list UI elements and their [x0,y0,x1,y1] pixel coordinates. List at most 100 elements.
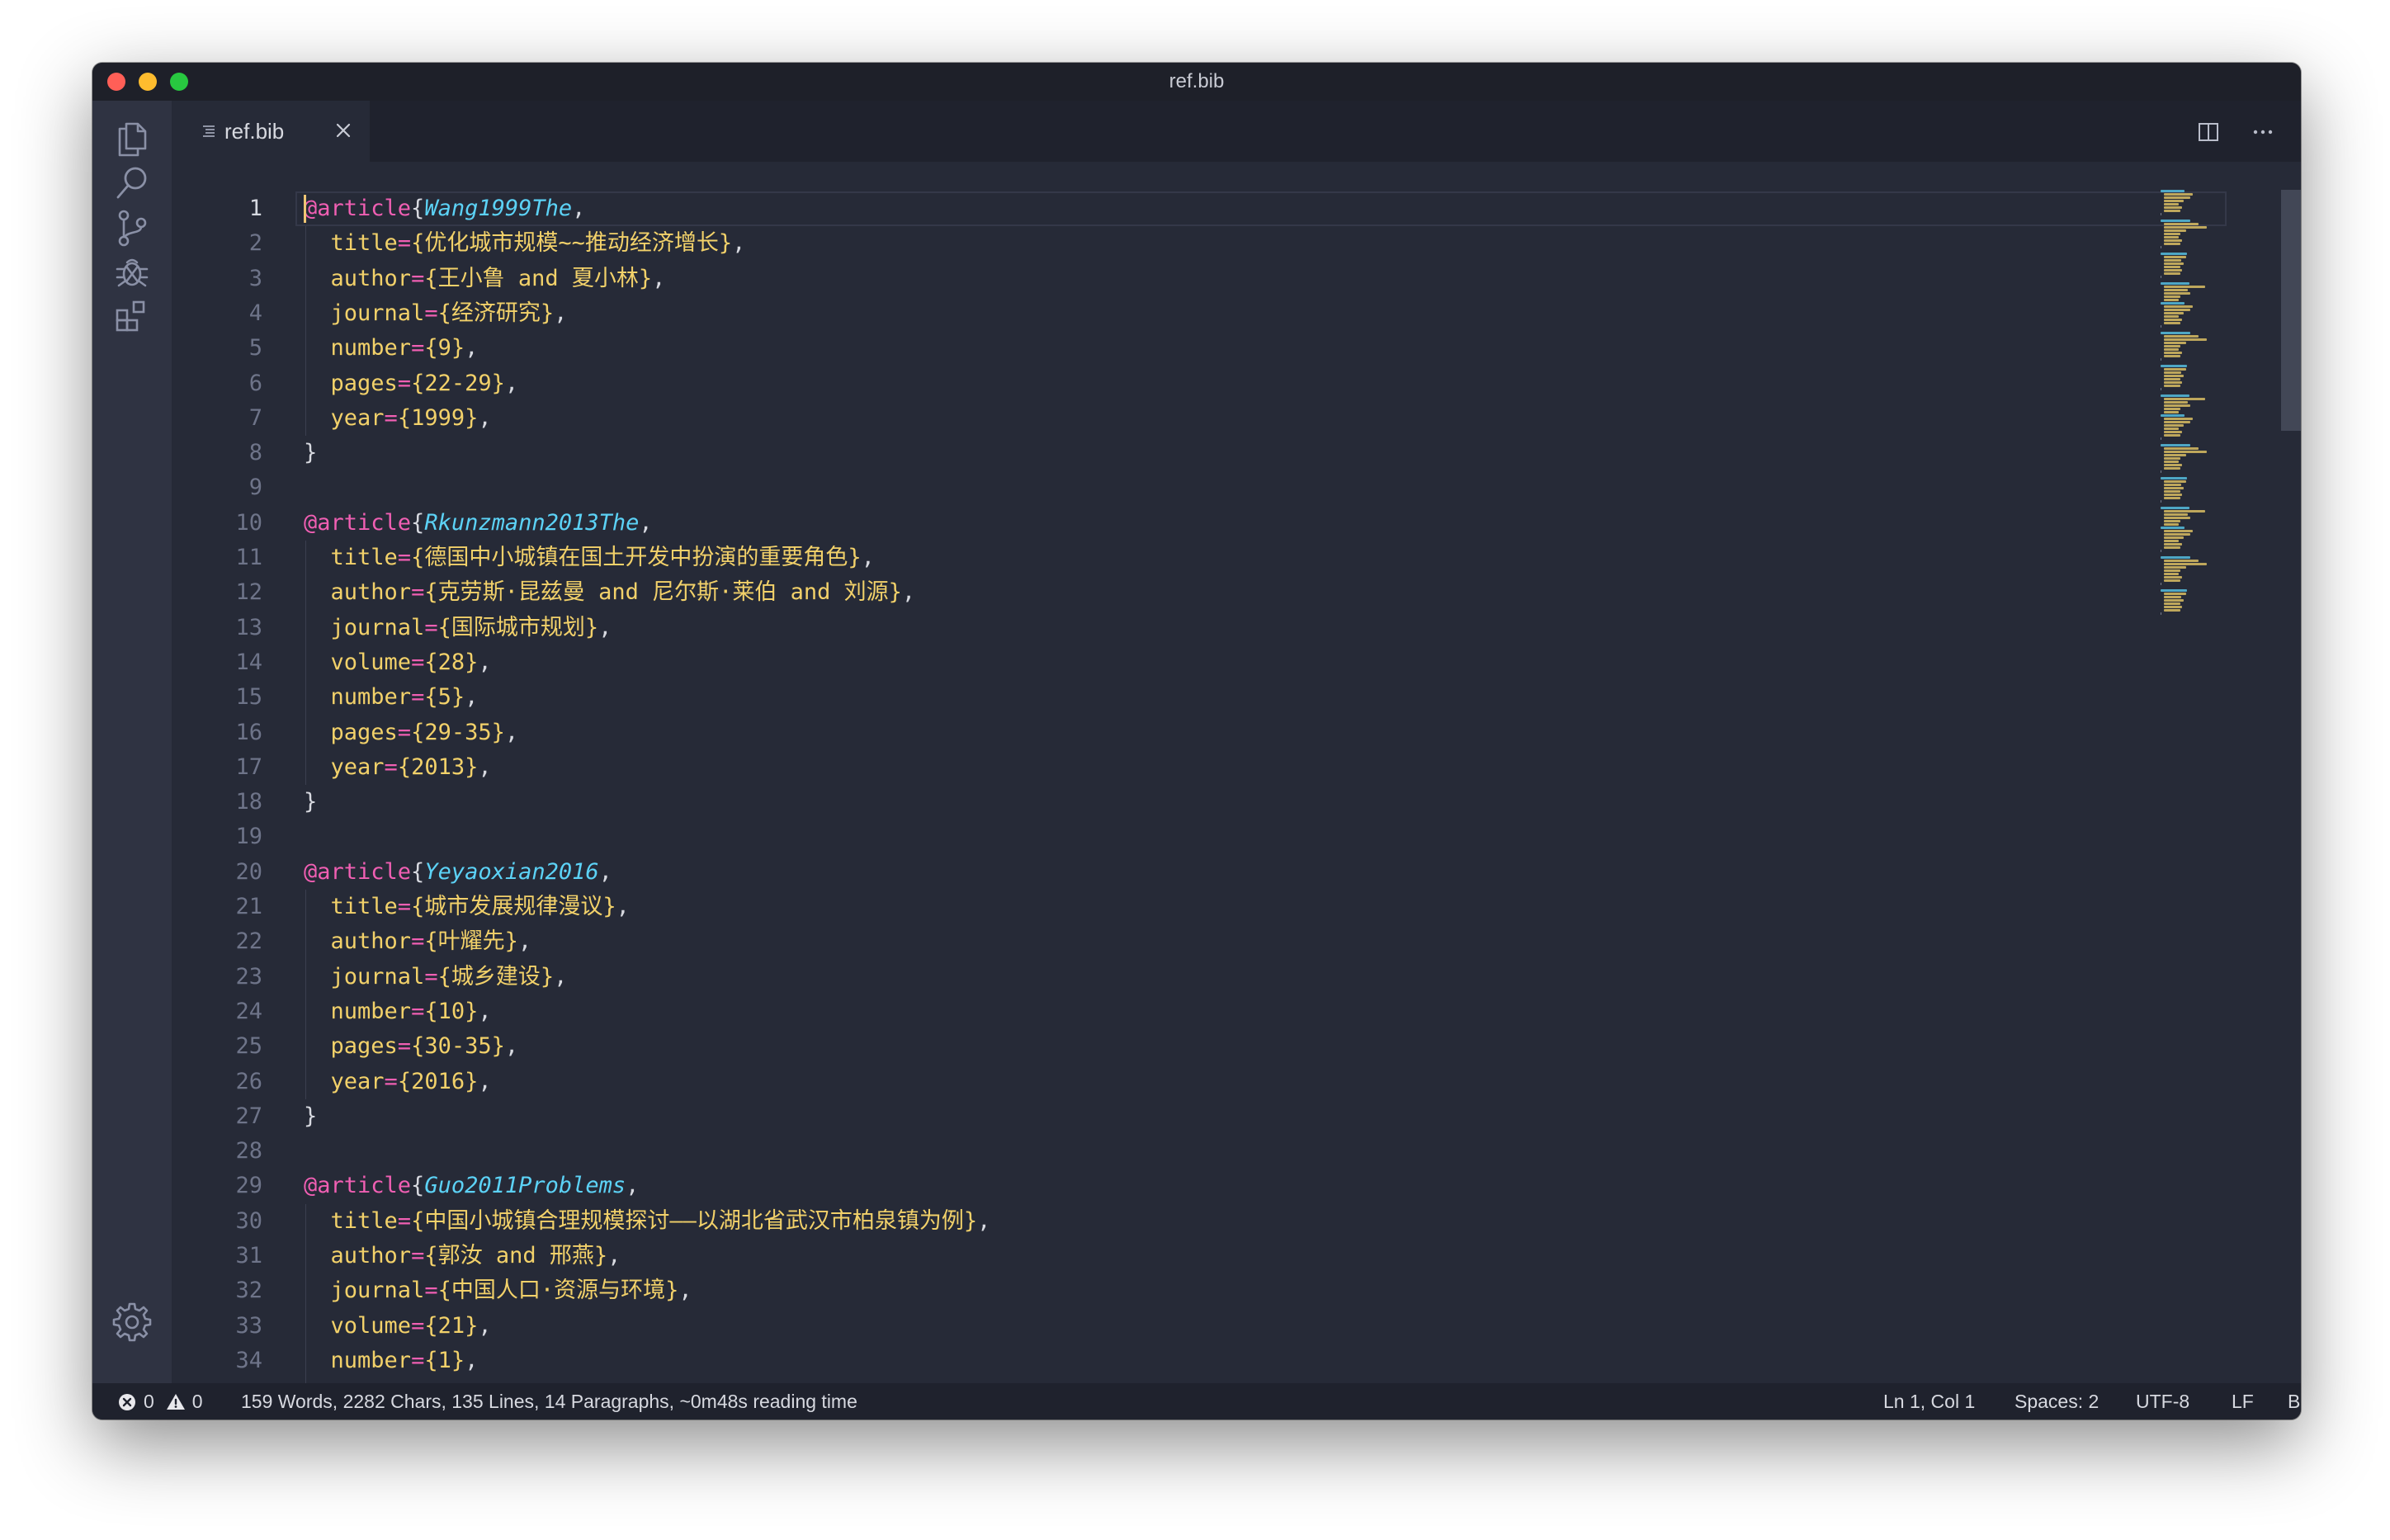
end-of-line-setting[interactable]: LF [2232,1391,2254,1413]
search-icon[interactable] [111,162,154,205]
field-value-token: {克劳斯·昆兹曼 and 尼尔斯·莱伯 and 刘源} [424,579,902,606]
split-editor-icon[interactable] [2195,119,2222,145]
minimap-line [2164,322,2180,324]
code-line[interactable]: number={5}, [304,680,479,715]
field-value-token: {中国小城镇合理规模探讨——以湖北省武汉市柏泉镇为例} [411,1207,978,1234]
code-line[interactable]: journal={城乡建设}, [304,960,568,994]
code-line[interactable]: title={德国中小城镇在国土开发中扮演的重要角色}, [304,541,875,575]
code-line[interactable]: year={2016}, [304,1065,492,1099]
indent-token [304,720,331,745]
field-name-token: journal [330,614,425,640]
equals-token: = [397,545,412,570]
cursor-position[interactable]: Ln 1, Col 1 [1883,1391,1975,1413]
code-line[interactable]: author={王小鲁 and 夏小林}, [304,262,666,296]
code-line[interactable]: title={优化城市规模~~推动经济增长}, [304,226,746,261]
indent-token [304,1208,331,1234]
zoom-window-button[interactable] [170,73,188,91]
minimap-line [2164,576,2183,579]
punctuation-token: , [639,509,653,536]
code-line[interactable]: @article{Guo2011Problems, [304,1169,639,1203]
code-line[interactable]: pages={22-29}, [304,366,519,401]
indent-token [304,964,331,990]
explorer-icon[interactable] [111,117,154,160]
line-number: 5 [248,335,262,361]
line-number: 30 [235,1207,262,1234]
code-line[interactable]: author={郭汝 and 邢燕}, [304,1239,621,1273]
code-line[interactable]: pages={29-35}, [304,716,519,750]
line-number: 27 [235,1103,262,1129]
code-line[interactable]: journal={经济研究}, [304,296,568,331]
code-line[interactable]: number={10}, [304,994,492,1029]
code-line[interactable]: pages={30-35}, [304,1029,519,1064]
code-line[interactable]: @article{Wang1999The, [304,191,585,226]
code-line[interactable]: } [304,785,317,820]
code-line[interactable]: journal={中国人口·资源与环境}, [304,1273,692,1308]
minimap-line [2164,210,2180,212]
code-line[interactable]: number={9}, [304,331,479,366]
minimap-line [2161,332,2191,334]
equals-token: = [397,230,412,257]
code-editor[interactable]: 1 2 3 4 5 6 7 8 9 10 11 12 13 14 15 16 17 18 19 20 21 22 23 24 2… [172,190,2301,1383]
encoding-setting[interactable]: UTF-8 [2136,1391,2189,1413]
code-line[interactable]: title={中国小城镇合理规模探讨——以湖北省武汉市柏泉镇为例}, [304,1204,991,1239]
extensions-icon[interactable] [111,295,154,338]
minimap[interactable] [2161,190,2260,685]
minimap-line [2164,579,2180,582]
punctuation-token: , [626,1173,640,1199]
equals-token: = [397,1033,412,1060]
code-line[interactable]: year={2013}, [304,750,492,785]
field-name-token: volume [330,1312,412,1339]
close-window-button[interactable] [107,73,125,91]
debug-icon[interactable] [111,251,154,294]
minimap-line [2164,371,2181,374]
field-name-token: title [330,545,398,570]
tab-ref-bib[interactable]: ref.bib [172,101,370,162]
field-value-token: {叶耀先} [424,928,518,955]
equals-token: = [411,1312,425,1339]
indent-guide [305,1203,306,1383]
minimap-line [2164,286,2206,288]
problems-indicator[interactable]: 0 0 [117,1391,203,1413]
field-value-token: {1999} [397,404,479,431]
close-tab-icon[interactable] [333,120,353,140]
word-count-stats[interactable]: 159 Words, 2282 Chars, 135 Lines, 14 Par… [241,1391,857,1413]
code-line[interactable]: } [304,1099,317,1134]
line-number: 13 [235,614,262,640]
more-actions-icon[interactable] [2250,119,2276,145]
code-area[interactable]: @article{Wang1999The, title={优化城市规模~~推动经… [304,190,2251,1383]
code-line[interactable]: year={1999}, [304,401,492,436]
code-line[interactable]: author={克劳斯·昆兹曼 and 尼尔斯·莱伯 and 刘源}, [304,575,916,610]
code-line[interactable]: title={城市发展规律漫议}, [304,890,630,924]
field-name-token: author [330,928,412,955]
vertical-scrollbar[interactable] [2278,190,2301,1383]
punctuation-token: , [478,753,492,780]
minimap-line [2164,447,2199,450]
source-control-icon[interactable] [111,206,154,249]
minimap-line [2164,467,2180,470]
equals-token: = [384,753,398,780]
brace-token: { [411,1173,425,1199]
code-line[interactable]: @article{Yeyaoxian2016, [304,855,612,890]
code-line[interactable]: journal={国际城市规划}, [304,611,612,645]
field-value-token: {2016} [397,1068,479,1094]
code-line[interactable]: @article{Rkunzmann2013The, [304,506,653,541]
minimize-window-button[interactable] [139,73,157,91]
code-line[interactable]: } [304,436,317,470]
equals-token: = [397,1207,412,1234]
settings-gear-icon[interactable] [111,1299,154,1342]
code-line[interactable]: author={叶耀先}, [304,924,532,959]
minimap-line [2164,236,2180,239]
language-mode[interactable]: BibTeX [2288,1391,2301,1413]
punctuation-token: , [504,1033,519,1060]
code-line[interactable]: number={1}, [304,1344,479,1378]
scrollbar-thumb[interactable] [2281,190,2301,431]
punctuation-token: , [465,1347,479,1373]
minimap-line [2164,398,2206,400]
minimap-line [2164,223,2199,225]
code-line[interactable]: volume={28}, [304,645,492,680]
minimap-line [2164,404,2191,407]
indentation-setting[interactable]: Spaces: 2 [2014,1391,2099,1413]
minimap-line [2164,319,2183,321]
error-icon [119,1393,135,1410]
code-line[interactable]: volume={21}, [304,1309,492,1344]
